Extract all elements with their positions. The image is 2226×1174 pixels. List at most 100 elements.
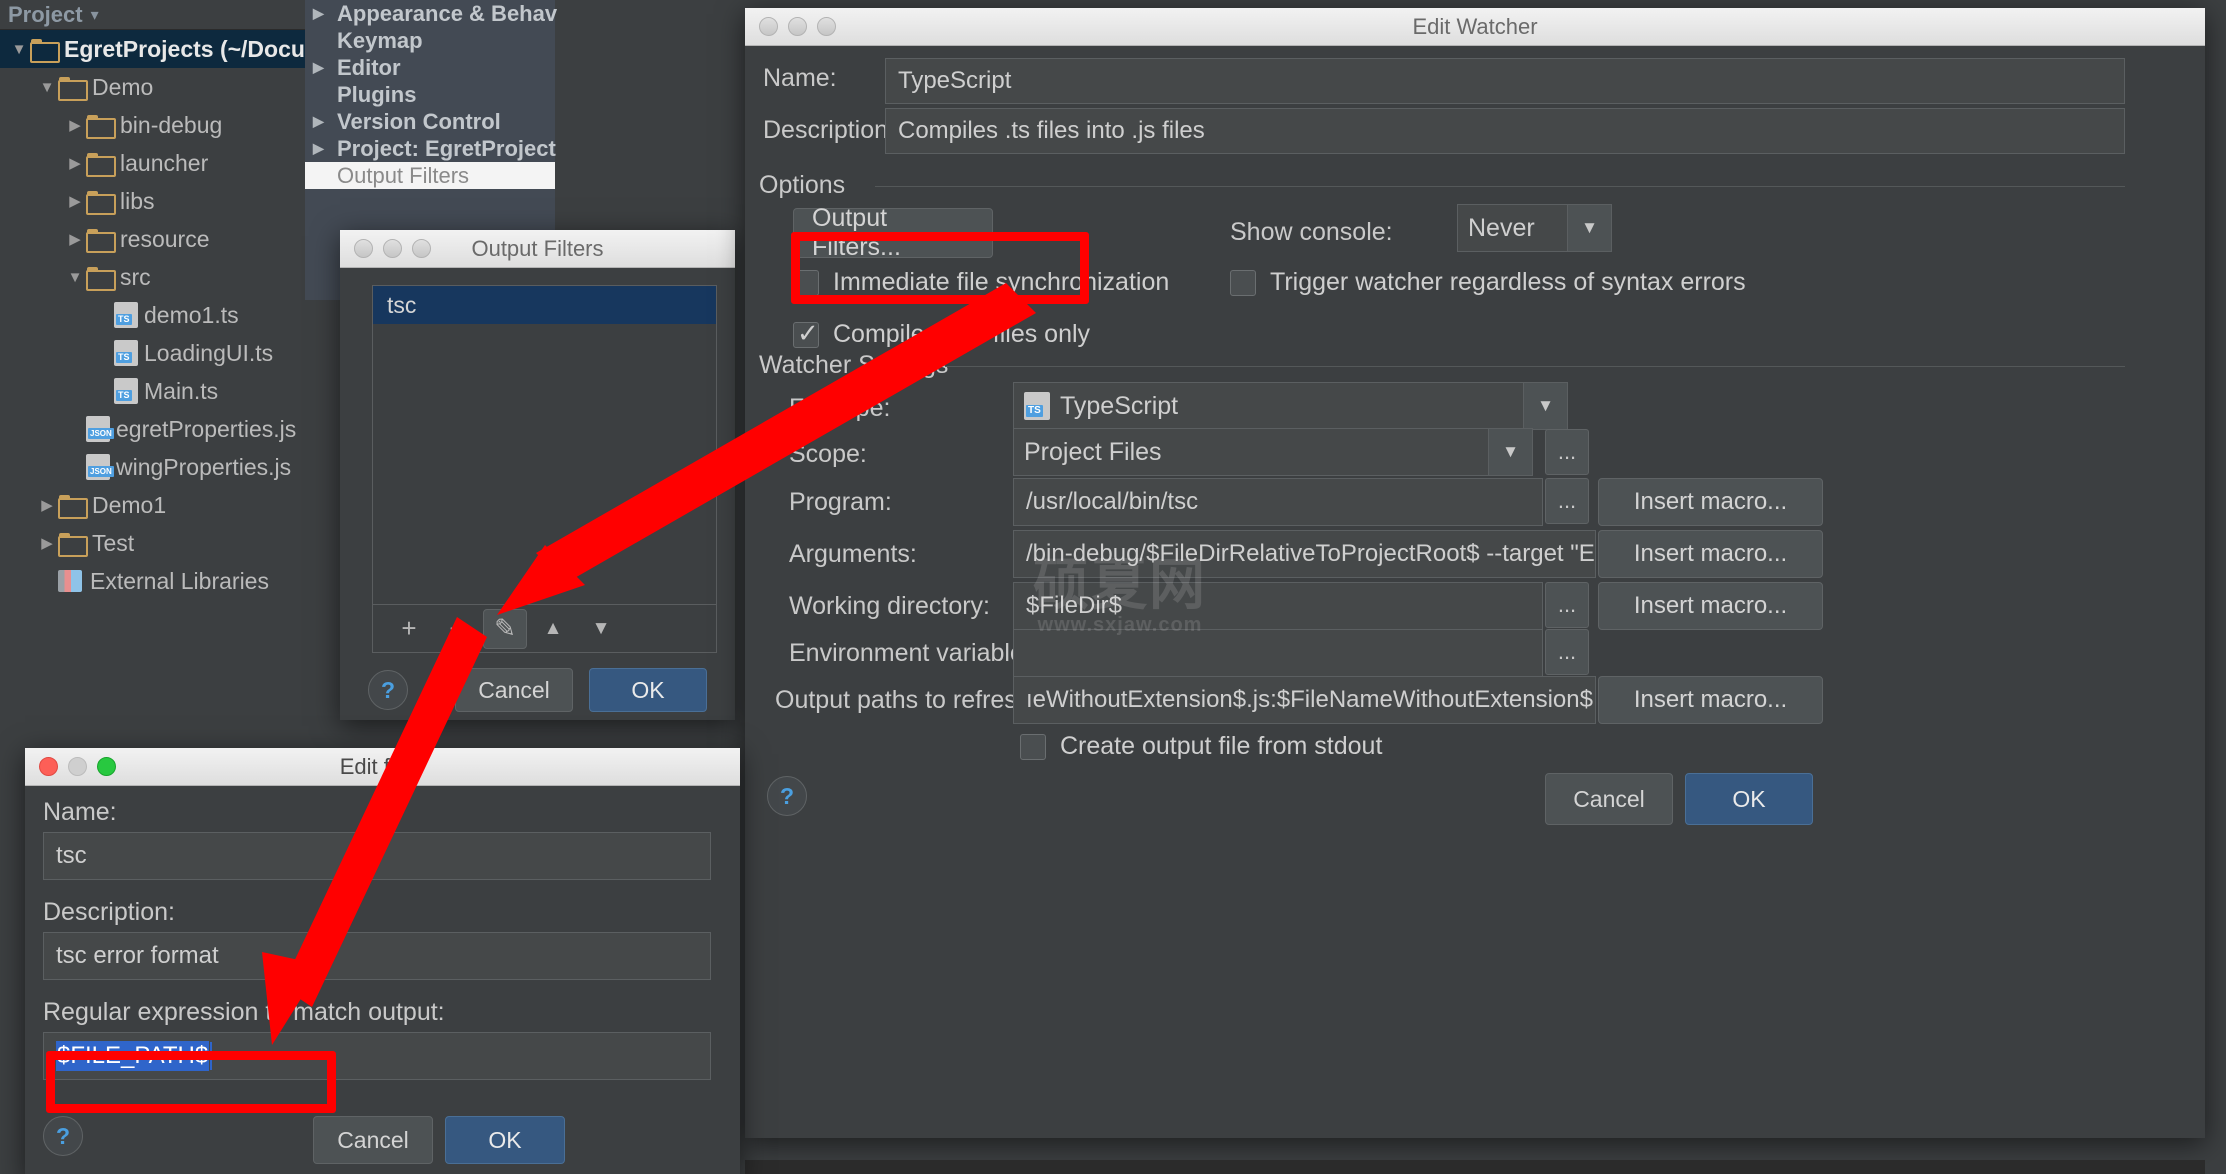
output-filters-list[interactable]: tsc xyxy=(372,285,717,605)
chevron-down-icon[interactable]: ▼ xyxy=(1488,429,1532,475)
chevron-right-icon[interactable]: ▶ xyxy=(313,5,337,22)
typescript-file-icon xyxy=(114,340,138,366)
remove-filter-button[interactable]: − xyxy=(435,609,479,649)
folder-icon xyxy=(86,267,116,291)
output-paths-input[interactable]: ıeWithoutExtension$.js:$FileNameWithoutE… xyxy=(1013,676,1596,724)
filter-description-input[interactable]: tsc error format xyxy=(43,932,711,980)
chevron-down-icon[interactable]: ▾ xyxy=(91,5,99,25)
compile-main-checkbox-row[interactable]: Compile main files only xyxy=(793,318,1090,349)
filter-regex-label: Regular expression to match output: xyxy=(43,998,445,1026)
arguments-label: Arguments: xyxy=(789,540,917,568)
show-console-select[interactable]: Never ▼ xyxy=(1457,204,1612,252)
create-output-checkbox-row[interactable]: Create output file from stdout xyxy=(1020,732,1382,761)
settings-tree-item[interactable]: Keymap xyxy=(305,27,555,54)
trigger-watcher-checkbox[interactable] xyxy=(1230,269,1256,296)
settings-tree-item[interactable]: ▶ Version Control xyxy=(305,108,555,135)
immediate-sync-label: Immediate file synchronization xyxy=(833,268,1170,296)
environment-variables-label: Environment variables: xyxy=(789,639,1044,667)
create-output-checkbox[interactable] xyxy=(1020,733,1046,760)
ok-button[interactable]: OK xyxy=(1685,773,1813,825)
chevron-right-icon[interactable]: ▶ xyxy=(313,140,337,157)
output-paths-insert-macro-button[interactable]: Insert macro... xyxy=(1598,676,1823,724)
immediate-sync-checkbox[interactable] xyxy=(793,269,819,296)
working-directory-input[interactable]: $FileDir$ xyxy=(1013,582,1543,630)
compile-main-checkbox[interactable] xyxy=(793,318,819,349)
add-filter-button[interactable]: + xyxy=(387,609,431,649)
chevron-right-icon[interactable] xyxy=(64,192,86,210)
edit-filter-dialog: Edit filter Name: tsc Description: tsc e… xyxy=(25,748,740,1174)
working-directory-browse-button[interactable]: ... xyxy=(1545,582,1589,628)
text-caret xyxy=(210,1042,213,1070)
chevron-right-icon[interactable] xyxy=(64,154,86,172)
tree-item-label: wingProperties.js xyxy=(116,453,292,480)
immediate-sync-checkbox-row[interactable]: Immediate file synchronization xyxy=(793,268,1169,297)
edit-watcher-titlebar[interactable]: Edit Watcher xyxy=(745,8,2205,46)
output-filters-titlebar[interactable]: Output Filters xyxy=(340,230,735,268)
trigger-watcher-label: Trigger watcher regardless of syntax err… xyxy=(1270,268,1746,296)
edit-filter-titlebar[interactable]: Edit filter xyxy=(25,748,740,786)
program-insert-macro-button[interactable]: Insert macro... xyxy=(1598,478,1823,526)
chevron-right-icon[interactable]: ▶ xyxy=(313,113,337,130)
settings-tree-item[interactable]: ▶ Editor xyxy=(305,54,555,81)
arguments-input[interactable]: /bin-debug/$FileDirRelativeToProjectRoot… xyxy=(1013,530,1596,578)
trigger-watcher-checkbox-row[interactable]: Trigger watcher regardless of syntax err… xyxy=(1230,268,1746,297)
watcher-settings-divider xyxy=(945,366,2125,367)
chevron-right-icon[interactable] xyxy=(64,230,86,248)
settings-tree-item[interactable]: ▶ Appearance & Behav xyxy=(305,0,557,27)
environment-variables-browse-button[interactable]: ... xyxy=(1545,629,1589,675)
output-filters-toolbar[interactable]: + − ✎ ▲ ▼ xyxy=(372,605,717,653)
chevron-down-icon[interactable]: ▼ xyxy=(1567,205,1611,251)
name-row: Name: xyxy=(763,64,883,93)
cancel-button[interactable]: Cancel xyxy=(455,668,573,712)
help-icon[interactable]: ? xyxy=(368,670,408,710)
cancel-button[interactable]: Cancel xyxy=(313,1116,433,1164)
settings-tree-item[interactable]: ▶ Project: EgretProject xyxy=(305,135,556,162)
chevron-down-icon[interactable] xyxy=(8,41,30,58)
folder-icon xyxy=(86,115,116,139)
filter-regex-input[interactable]: $FILE_PATH$ xyxy=(43,1032,711,1080)
arguments-insert-macro-button[interactable]: Insert macro... xyxy=(1598,530,1823,578)
working-directory-insert-macro-button[interactable]: Insert macro... xyxy=(1598,582,1823,630)
tree-item-label: launcher xyxy=(120,149,209,176)
program-input[interactable]: /usr/local/bin/tsc xyxy=(1013,478,1543,526)
create-output-label: Create output file from stdout xyxy=(1060,732,1383,760)
output-filters-button[interactable]: Output Filters... xyxy=(793,204,993,261)
environment-variables-input[interactable] xyxy=(1013,629,1543,677)
chevron-down-icon[interactable]: ▼ xyxy=(1523,383,1567,429)
move-down-button[interactable]: ▼ xyxy=(579,609,623,649)
chevron-right-icon[interactable] xyxy=(36,534,58,552)
edit-watcher-title: Edit Watcher xyxy=(1412,13,1538,39)
list-item[interactable]: tsc xyxy=(373,286,716,324)
ok-button[interactable]: OK xyxy=(445,1116,565,1164)
move-up-button[interactable]: ▲ xyxy=(531,609,575,649)
name-input[interactable]: TypeScript xyxy=(885,58,2125,104)
settings-tree-item-label: Keymap xyxy=(337,27,423,53)
program-browse-button[interactable]: ... xyxy=(1545,478,1589,524)
file-type-select[interactable]: TypeScript ▼ xyxy=(1013,382,1568,430)
library-icon xyxy=(58,570,82,592)
chevron-down-icon[interactable] xyxy=(64,269,86,286)
filter-name-input[interactable]: tsc xyxy=(43,832,711,880)
settings-tree-item[interactable]: Plugins xyxy=(305,81,555,108)
cancel-button[interactable]: Cancel xyxy=(1545,773,1673,825)
folder-icon xyxy=(58,77,88,101)
tree-item-label: LoadingUI.ts xyxy=(144,339,274,366)
chevron-right-icon[interactable]: ▶ xyxy=(313,59,337,76)
description-input[interactable]: Compiles .ts files into .js files xyxy=(885,108,2125,154)
filter-regex-value: $FILE_PATH$ xyxy=(56,1041,210,1071)
help-icon[interactable]: ? xyxy=(767,776,807,816)
json-file-icon xyxy=(86,454,114,480)
folder-icon xyxy=(86,153,116,177)
scope-select[interactable]: Project Files ▼ xyxy=(1013,428,1533,476)
chevron-right-icon[interactable] xyxy=(64,116,86,134)
scope-browse-button[interactable]: ... xyxy=(1545,429,1589,475)
settings-tree-item[interactable]: Output Filters xyxy=(305,162,555,189)
ok-button[interactable]: OK xyxy=(589,668,707,712)
chevron-down-icon[interactable] xyxy=(36,79,58,96)
tree-item-label: src xyxy=(120,263,151,290)
chevron-right-icon[interactable] xyxy=(36,496,58,514)
edit-filter-button[interactable]: ✎ xyxy=(483,608,527,649)
help-icon[interactable]: ? xyxy=(43,1116,83,1156)
tree-item-label: Demo xyxy=(92,73,154,100)
file-type-value: TypeScript xyxy=(1060,391,1179,420)
